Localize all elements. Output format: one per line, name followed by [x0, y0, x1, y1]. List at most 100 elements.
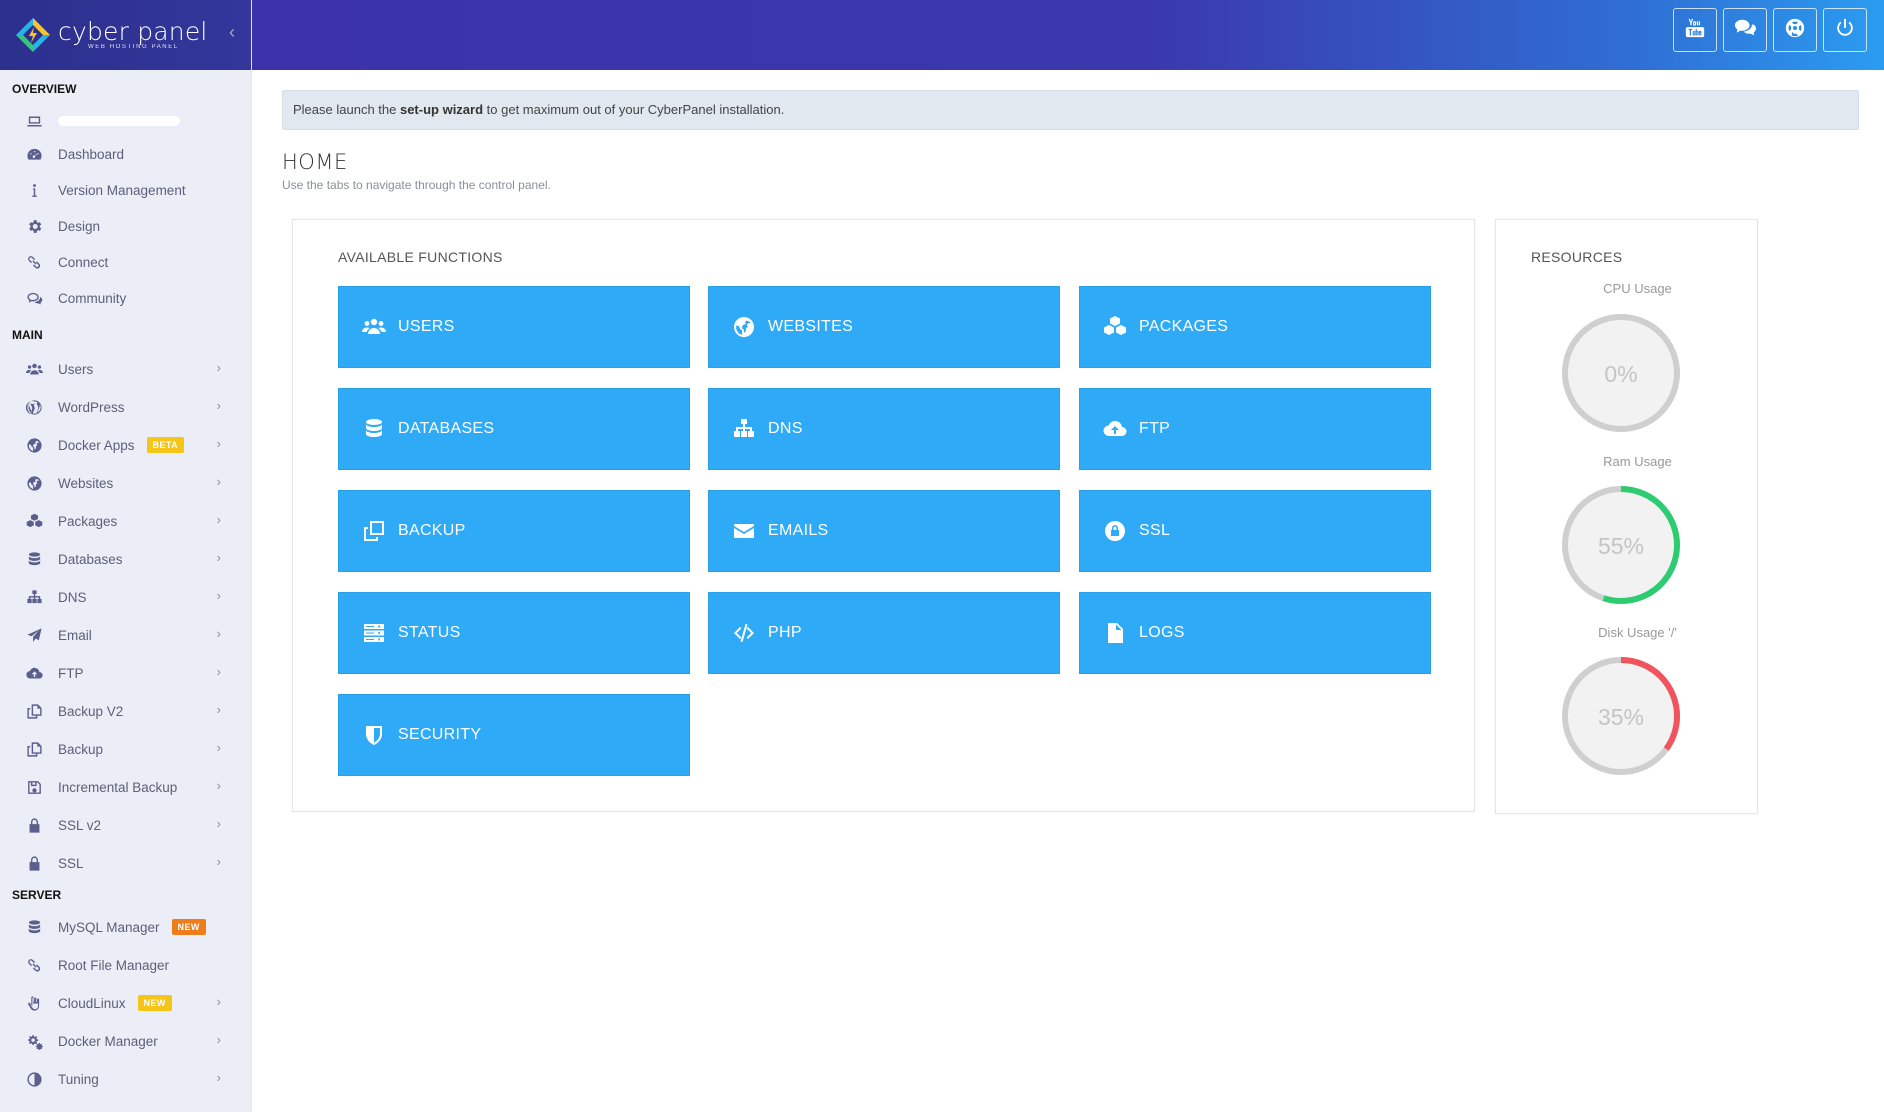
sidebar-item-label: Backup — [58, 741, 104, 757]
packages-function-button[interactable]: PACKAGES — [1079, 286, 1431, 368]
sidebar-collapse-icon[interactable]: ‹ — [229, 22, 235, 43]
chevron-right-icon: › — [216, 994, 221, 1009]
chevron-right-icon: › — [216, 474, 221, 489]
sidebar-item-label: Dashboard — [58, 146, 125, 162]
cyberpanel-logo-icon — [14, 16, 52, 54]
chevron-right-icon: › — [216, 550, 221, 565]
sidebar-item-packages[interactable]: Packages › — [0, 502, 251, 540]
lock-icon — [1101, 517, 1129, 545]
function-label: PHP — [768, 624, 802, 641]
sidebar-item-docker-manager[interactable]: Docker Manager › — [0, 1022, 251, 1060]
databases-function-button[interactable]: DATABASES — [338, 388, 690, 470]
function-label: DATABASES — [398, 420, 495, 437]
users-function-button[interactable]: USERS — [338, 286, 690, 368]
function-label: EMAILS — [768, 522, 829, 539]
sidebar-item-root-file-manager[interactable]: Root File Manager — [0, 946, 251, 984]
ram-usage-label: Ram Usage — [1603, 454, 1672, 469]
sidebar-item-backup[interactable]: Backup › — [0, 730, 251, 768]
sidebar-item-design[interactable]: Design — [0, 208, 251, 244]
sidebar-item-label: Users — [58, 361, 94, 377]
disk-usage-value: 35% — [1598, 704, 1644, 730]
ftp-function-button[interactable]: FTP — [1079, 388, 1431, 470]
topbar — [252, 0, 1884, 70]
sidebar-item-incremental-backup[interactable]: Incremental Backup › — [0, 768, 251, 806]
cpu-usage-gauge: 0% — [1562, 314, 1680, 432]
sidebar-item-mysql-manager[interactable]: MySQL Manager NEW — [0, 908, 251, 946]
section-server: SERVER — [12, 888, 62, 902]
sidebar-item-databases[interactable]: Databases › — [0, 540, 251, 578]
chevron-right-icon: › — [216, 816, 221, 831]
logo-bar: cyber panel WEB HOSTING PANEL ‹ — [0, 0, 251, 70]
server-icon — [360, 619, 388, 647]
beta-badge: BETA — [146, 437, 184, 453]
copy-icon — [24, 701, 44, 721]
brand-name: cyber panel — [58, 17, 208, 46]
function-label: LOGS — [1139, 624, 1185, 641]
link-icon — [24, 252, 44, 272]
shield-icon — [360, 721, 388, 749]
sidebar-item-community[interactable]: Community — [0, 280, 251, 316]
function-label: SSL — [1139, 522, 1171, 539]
websites-function-button[interactable]: WEBSITES — [708, 286, 1060, 368]
sidebar-item-dns[interactable]: DNS › — [0, 578, 251, 616]
function-label: FTP — [1139, 420, 1171, 437]
sidebar-item-wordpress[interactable]: WordPress › — [0, 388, 251, 426]
sidebar-item-dashboard[interactable]: Dashboard — [0, 136, 251, 172]
sidebar-item-ssl-v2[interactable]: SSL v2 › — [0, 806, 251, 844]
hostname-redacted — [58, 116, 180, 126]
chevron-right-icon: › — [216, 512, 221, 527]
page-subtitle: Use the tabs to navigate through the con… — [282, 178, 551, 192]
function-label: DNS — [768, 420, 803, 437]
logout-button[interactable] — [1823, 8, 1867, 52]
php-function-button[interactable]: PHP — [708, 592, 1060, 674]
sidebar-item-host[interactable] — [0, 106, 251, 136]
sidebar-item-tuning[interactable]: Tuning › — [0, 1060, 251, 1098]
sidebar-item-label: WordPress — [58, 399, 125, 415]
chat-icon — [24, 288, 44, 308]
sidebar-item-label: Docker Apps — [58, 437, 135, 453]
resources-title: RESOURCES — [1531, 249, 1623, 265]
gear-icon — [24, 216, 44, 236]
database-icon — [24, 549, 44, 569]
dns-function-button[interactable]: DNS — [708, 388, 1060, 470]
sidebar-item-ssl[interactable]: SSL › — [0, 844, 251, 882]
users-icon — [360, 313, 388, 341]
lock-icon — [24, 815, 44, 835]
sidebar-item-websites[interactable]: Websites › — [0, 464, 251, 502]
copy-icon — [360, 517, 388, 545]
sidebar-item-ftp[interactable]: FTP › — [0, 654, 251, 692]
sidebar-item-connect[interactable]: Connect — [0, 244, 251, 280]
function-label: STATUS — [398, 624, 461, 641]
globe-icon — [24, 473, 44, 493]
emails-function-button[interactable]: EMAILS — [708, 490, 1060, 572]
status-function-button[interactable]: STATUS — [338, 592, 690, 674]
sidebar-item-docker-apps[interactable]: Docker Apps BETA › — [0, 426, 251, 464]
available-functions-panel: AVAILABLE FUNCTIONS USERS WEBSITES PACKA… — [292, 219, 1475, 812]
chevron-right-icon: › — [216, 702, 221, 717]
power-icon — [1834, 17, 1856, 44]
sidebar-item-label: Design — [58, 218, 101, 234]
sidebar-item-cloudlinux[interactable]: CloudLinux NEW › — [0, 984, 251, 1022]
alert-prefix: Please launch the — [293, 102, 400, 117]
alert-suffix: to get maximum out of your CyberPanel in… — [483, 102, 785, 117]
sidebar-item-users[interactable]: Users › — [0, 350, 251, 388]
logs-function-button[interactable]: LOGS — [1079, 592, 1431, 674]
file-icon — [1101, 619, 1129, 647]
function-label: PACKAGES — [1139, 318, 1229, 335]
sidebar-item-label: MySQL Manager — [58, 919, 160, 935]
link-icon — [24, 955, 44, 975]
wordpress-icon — [24, 397, 44, 417]
envelope-icon — [730, 517, 758, 545]
ssl-function-button[interactable]: SSL — [1079, 490, 1431, 572]
security-function-button[interactable]: SECURITY — [338, 694, 690, 776]
sidebar-item-email[interactable]: Email › — [0, 616, 251, 654]
backup-function-button[interactable]: BACKUP — [338, 490, 690, 572]
sidebar-item-version-management[interactable]: Version Management — [0, 172, 251, 208]
sidebar-item-label: Community — [58, 290, 127, 306]
setup-wizard-link[interactable]: set-up wizard — [400, 102, 483, 117]
support-button[interactable] — [1773, 8, 1817, 52]
page-title: HOME — [282, 150, 348, 174]
sidebar-item-backup-v2[interactable]: Backup V2 › — [0, 692, 251, 730]
youtube-button[interactable] — [1673, 8, 1717, 52]
comments-button[interactable] — [1723, 8, 1767, 52]
